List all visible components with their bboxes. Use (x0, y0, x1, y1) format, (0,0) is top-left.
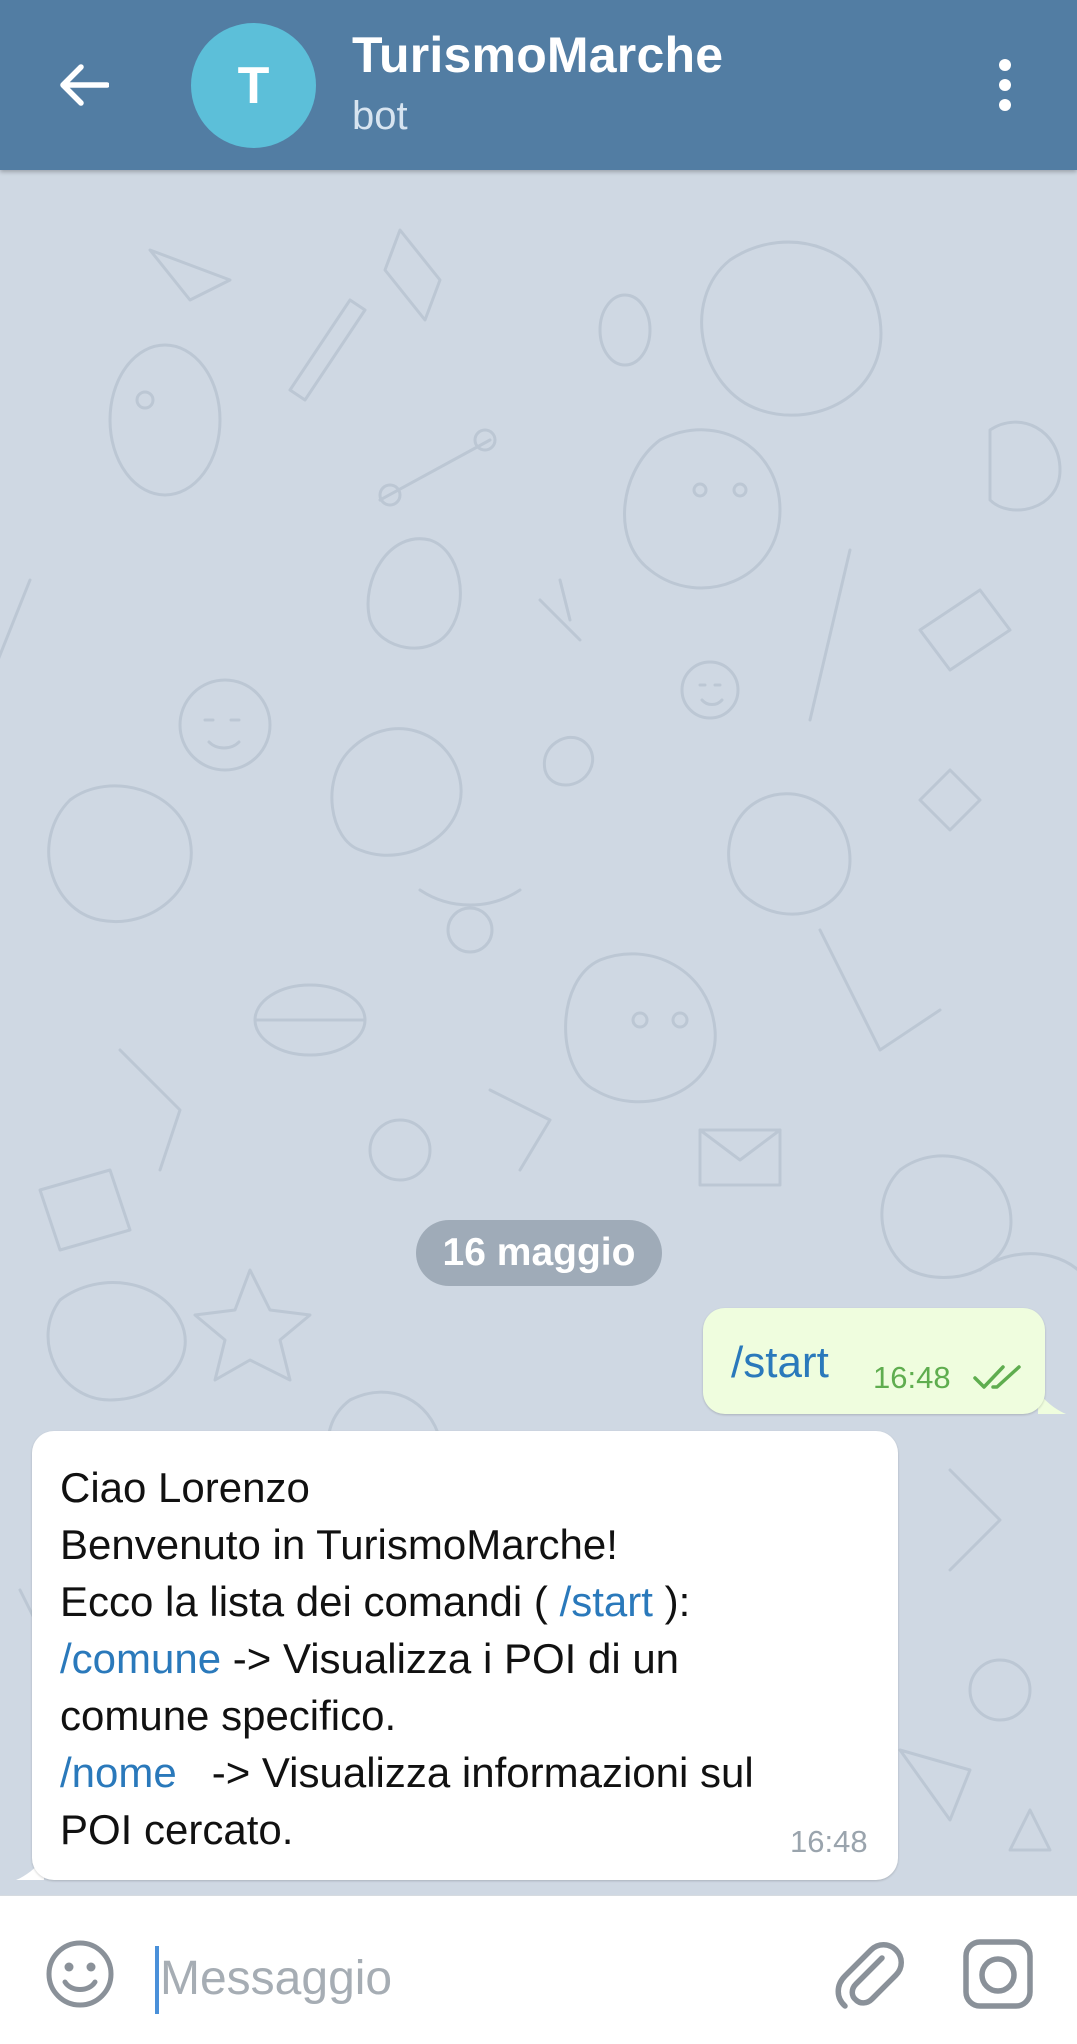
message-line: Ecco la lista dei comandi ( /start ): (60, 1573, 870, 1630)
message-text: -> Visualizza i POI di un (221, 1635, 680, 1682)
chat-area[interactable]: 16 maggio /start 16:48 Ciao Lorenzo Benv… (0, 170, 1077, 1895)
nome-command-link[interactable]: /nome (60, 1749, 177, 1796)
chat-subtitle: bot (352, 94, 408, 138)
message-text: ): (652, 1578, 691, 1625)
message-text: -> Visualizza informazioni sul (176, 1749, 754, 1796)
message-line: /nome -> Visualizza informazioni sul (60, 1744, 870, 1801)
message-line: Benvenuto in TurismoMarche! (60, 1521, 618, 1568)
chat-title-block[interactable]: TurismoMarche bot (352, 26, 723, 139)
message-line: POI cercato. (60, 1806, 294, 1853)
chat-header: T TurismoMarche bot (0, 0, 1077, 170)
date-separator: 16 maggio (416, 1220, 662, 1286)
chat-title: TurismoMarche (352, 27, 724, 83)
outgoing-message-text[interactable]: /start (731, 1338, 829, 1388)
message-line: Ciao Lorenzo (60, 1464, 310, 1511)
message-line: /comune -> Visualizza i POI di un (60, 1630, 870, 1687)
camera-icon (963, 1939, 1033, 2009)
emoji-button[interactable] (44, 1938, 116, 2015)
incoming-message[interactable]: Ciao Lorenzo Benvenuto in TurismoMarche!… (32, 1431, 898, 1880)
attach-button[interactable] (830, 1936, 906, 2017)
outgoing-message-time: 16:48 (873, 1360, 951, 1395)
message-text: Ecco la lista dei comandi ( (60, 1578, 560, 1625)
more-options-button[interactable] (985, 50, 1025, 120)
incoming-message-time: 16:48 (790, 1824, 868, 1859)
back-button[interactable] (48, 45, 118, 125)
double-check-icon (973, 1365, 1021, 1389)
incoming-message-text: Ciao Lorenzo Benvenuto in TurismoMarche!… (60, 1459, 870, 1858)
arrow-left-icon (60, 64, 109, 106)
more-vertical-icon (999, 59, 1011, 111)
text-cursor (155, 1946, 159, 2014)
smiley-icon (46, 1940, 114, 2008)
message-input[interactable] (160, 1938, 780, 2018)
avatar[interactable]: T (191, 23, 316, 148)
camera-button[interactable] (962, 1938, 1034, 2015)
message-line: comune specifico. (60, 1692, 397, 1739)
avatar-letter: T (237, 56, 270, 115)
outgoing-message[interactable]: /start 16:48 (703, 1308, 1045, 1414)
comune-command-link[interactable]: /comune (60, 1635, 221, 1682)
start-command-link[interactable]: /start (560, 1578, 653, 1625)
paperclip-icon (835, 1942, 904, 2009)
message-input-bar (0, 1895, 1077, 2044)
